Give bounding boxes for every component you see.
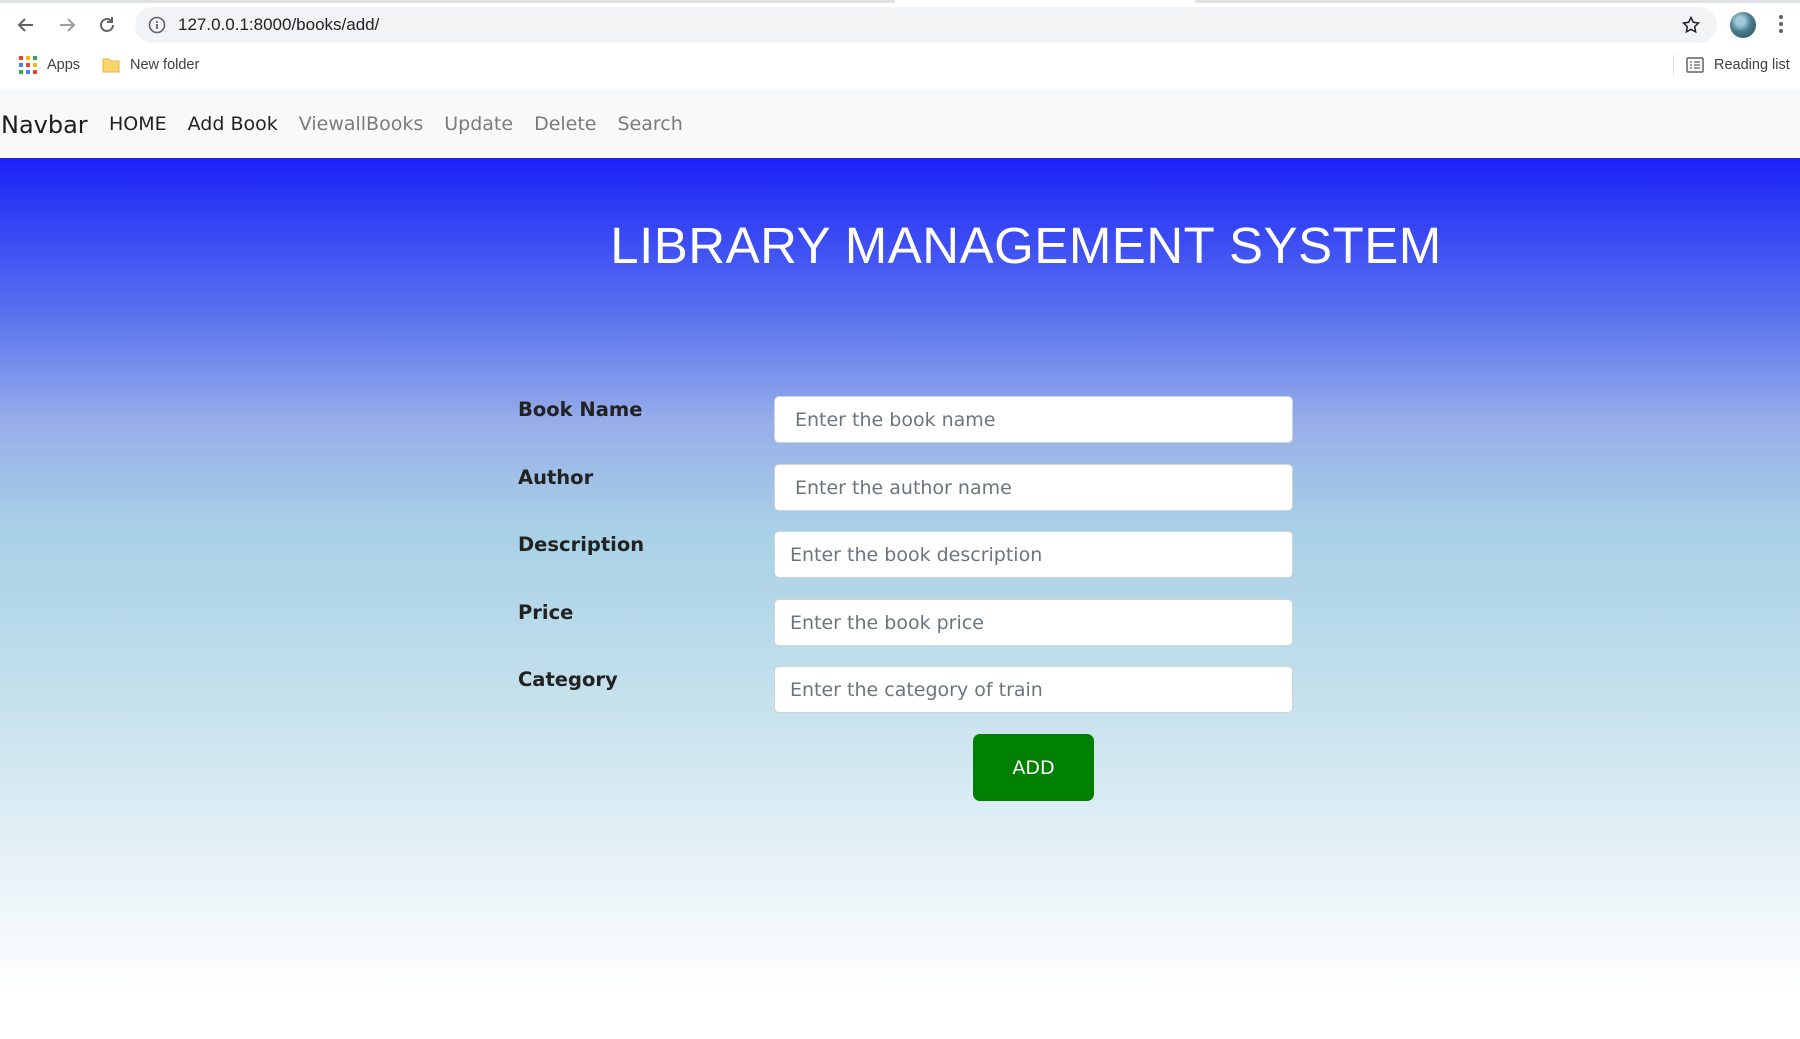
author-label: Author <box>518 466 594 489</box>
form-row-book-name: Book Name <box>518 396 1293 444</box>
forward-arrow-icon[interactable] <box>53 11 81 39</box>
nav-link-home[interactable]: HOME <box>109 113 167 135</box>
category-input[interactable] <box>774 666 1293 713</box>
nav-link-add-book[interactable]: Add Book <box>188 113 278 135</box>
bookmark-label: New folder <box>130 57 200 73</box>
nav-link-update[interactable]: Update <box>444 113 513 135</box>
browser-chrome: 127.0.0.1:8000/books/add/ Apps New folde… <box>0 0 1800 90</box>
bookmarks-bar: Apps New folder Reading list <box>0 48 1800 82</box>
bookmark-separator <box>1673 55 1674 75</box>
info-icon[interactable] <box>147 15 167 39</box>
more-menu-icon[interactable] <box>1778 13 1784 39</box>
reading-list-button[interactable]: Reading list <box>1686 48 1790 82</box>
book-name-label: Book Name <box>518 398 643 421</box>
tab-strip <box>0 0 1800 3</box>
url-text[interactable]: 127.0.0.1:8000/books/add/ <box>178 7 379 43</box>
folder-icon <box>102 56 120 74</box>
form-row-description: Description <box>518 531 1293 579</box>
back-arrow-icon[interactable] <box>12 11 40 39</box>
author-input[interactable] <box>774 464 1293 511</box>
bookmark-apps[interactable]: Apps <box>19 48 80 82</box>
form-row-price: Price <box>518 599 1293 647</box>
nav-link-search[interactable]: Search <box>618 113 683 135</box>
reload-icon[interactable] <box>93 11 121 39</box>
form-row-category: Category <box>518 666 1293 714</box>
profile-avatar[interactable] <box>1730 12 1756 38</box>
add-button[interactable]: ADD <box>973 734 1094 801</box>
book-name-input[interactable] <box>774 396 1293 443</box>
page-title: LIBRARY MANAGEMENT SYSTEM <box>610 217 1442 274</box>
address-bar[interactable]: 127.0.0.1:8000/books/add/ <box>135 7 1717 43</box>
nav-link-view-all-books[interactable]: ViewallBooks <box>299 113 423 135</box>
bookmark-label: Apps <box>47 57 81 73</box>
nav-links: HOME Add Book ViewallBooks Update Delete… <box>109 89 704 158</box>
price-input[interactable] <box>774 599 1293 646</box>
nav-link-delete[interactable]: Delete <box>534 113 596 135</box>
navbar: Navbar HOME Add Book ViewallBooks Update… <box>0 89 1800 158</box>
category-label: Category <box>518 668 618 691</box>
description-label: Description <box>518 533 645 556</box>
price-label: Price <box>518 601 574 624</box>
star-icon[interactable] <box>1681 15 1701 39</box>
form-row-author: Author <box>518 464 1293 512</box>
reading-list-icon <box>1686 56 1704 74</box>
bookmark-new-folder[interactable]: New folder <box>102 48 199 82</box>
navbar-brand[interactable]: Navbar <box>1 89 88 158</box>
hero-section: LIBRARY MANAGEMENT SYSTEM Book Name Auth… <box>0 158 1800 1039</box>
apps-grid-icon <box>19 56 37 74</box>
description-input[interactable] <box>774 531 1293 578</box>
reading-list-label: Reading list <box>1714 57 1790 73</box>
